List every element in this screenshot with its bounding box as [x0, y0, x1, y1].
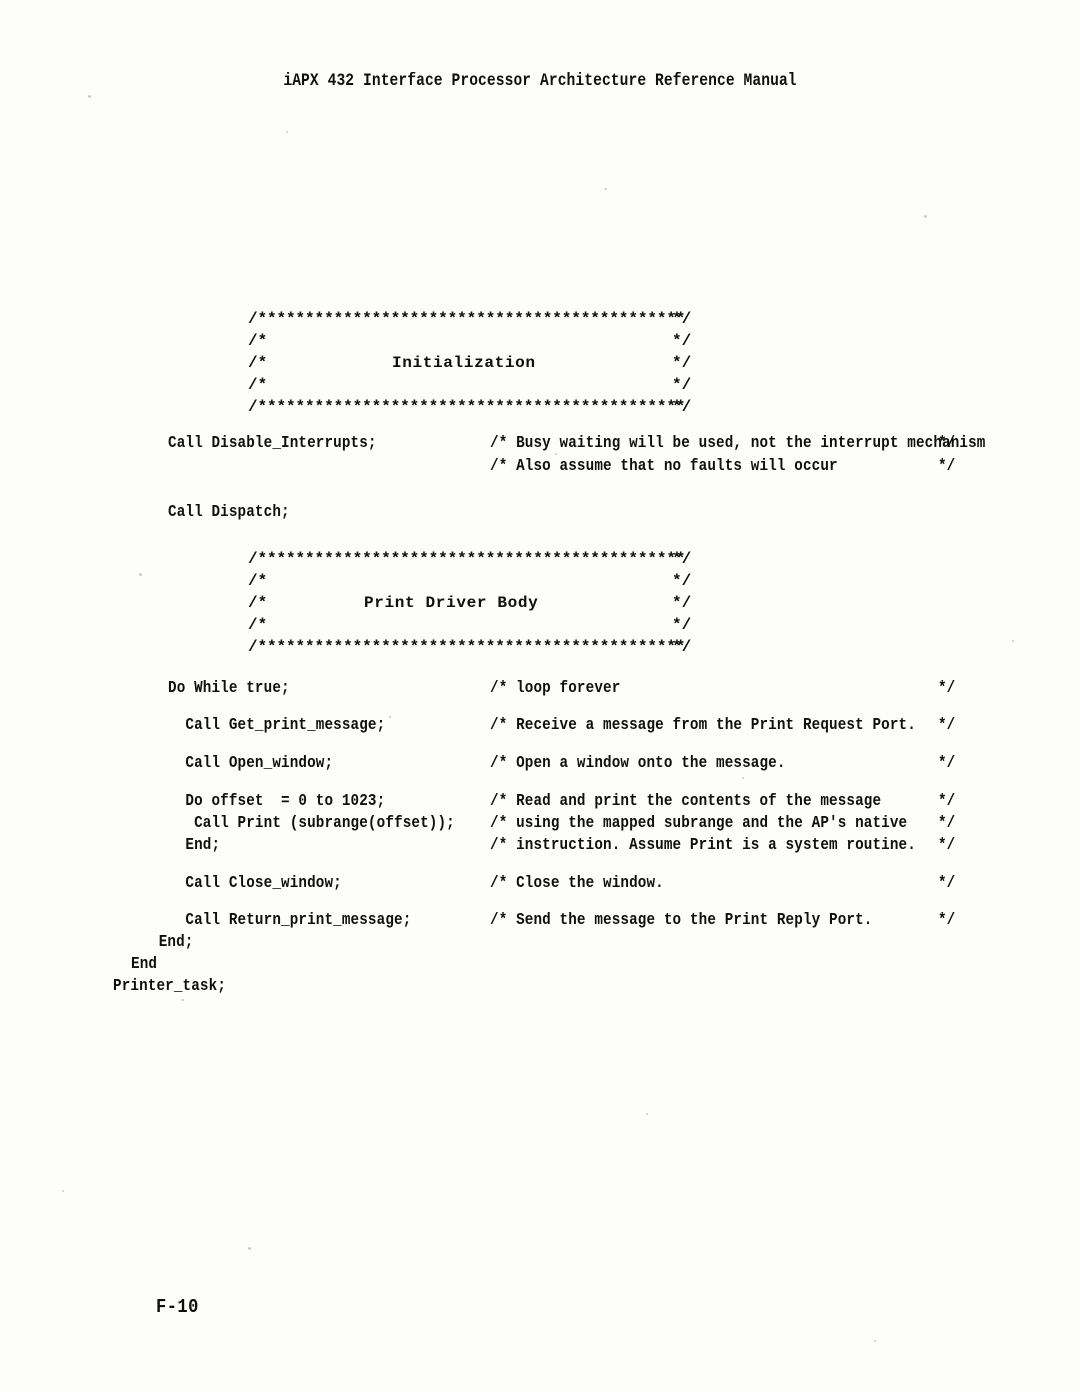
- banner-rule-bottom-end: */: [672, 398, 692, 416]
- banner-blank-end: */: [672, 332, 692, 350]
- scan-speck: [555, 453, 557, 455]
- banner-rule-top: /***************************************…: [248, 550, 686, 568]
- scan-speck: [139, 573, 142, 576]
- comment-terminator: */: [938, 813, 956, 832]
- banner-title-end: */: [672, 354, 692, 372]
- banner-rule-top-end: */: [672, 310, 692, 328]
- statement-comment: /* Close the window.: [490, 873, 664, 892]
- scan-speck: [1012, 640, 1014, 642]
- comment-terminator: */: [938, 678, 956, 697]
- banner-blank-end: */: [672, 572, 692, 590]
- statement-code: End;: [168, 835, 221, 854]
- statement-comment: /* loop forever: [490, 678, 621, 697]
- banner-blank-end: */: [672, 376, 692, 394]
- comment-terminator: */: [938, 715, 956, 734]
- statement-code: Do While true;: [168, 678, 290, 697]
- scan-speck: [286, 131, 288, 133]
- comment-terminator: */: [938, 873, 956, 892]
- scan-speck: [248, 1247, 251, 1250]
- scan-speck: [88, 95, 91, 98]
- statement-code: Printer_task;: [113, 976, 227, 995]
- statement-code: Call Return_print_message;: [168, 910, 412, 929]
- banner-blank-line: /*: [248, 376, 268, 394]
- banner-title-open: /*: [248, 594, 268, 612]
- statement-code: End: [131, 954, 158, 973]
- comment-terminator: */: [938, 433, 956, 452]
- comment-terminator: */: [938, 456, 956, 475]
- statement-comment: /* Send the message to the Print Reply P…: [490, 910, 873, 929]
- banner-rule-bottom-end: */: [672, 638, 692, 656]
- banner-blank-line: /*: [248, 572, 268, 590]
- document-page: iAPX 432 Interface Processor Architectur…: [0, 0, 1080, 1392]
- banner-rule-top-end: */: [672, 550, 692, 568]
- scan-speck: [604, 188, 607, 190]
- banner-blank-end: */: [672, 616, 692, 634]
- banner-blank-line: /*: [248, 332, 268, 350]
- scan-speck: [742, 777, 744, 779]
- statement-comment: /* Receive a message from the Print Requ…: [490, 715, 916, 734]
- statement-comment: /* Open a window onto the message.: [490, 753, 786, 772]
- banner-title-initialization: Initialization: [392, 354, 536, 372]
- scan-speck: [62, 1190, 64, 1192]
- banner-rule-top: /***************************************…: [248, 310, 686, 328]
- statement-code: Call Disable_Interrupts;: [168, 433, 377, 452]
- scan-speck: [646, 1113, 648, 1115]
- statement-comment: /* using the mapped subrange and the AP'…: [490, 813, 908, 832]
- statement-comment: /* instruction. Assume Print is a system…: [490, 835, 916, 854]
- comment-terminator: */: [938, 910, 956, 929]
- banner-rule-bottom: /***************************************…: [248, 398, 686, 416]
- statement-comment: /* Also assume that no faults will occur: [490, 456, 838, 475]
- statement-code: Call Dispatch;: [168, 502, 290, 521]
- statement-code: Call Print (subrange(offset));: [168, 813, 455, 832]
- comment-terminator: */: [938, 791, 956, 810]
- statement-code: Do offset = 0 to 1023;: [168, 791, 386, 810]
- banner-title-print-driver-body: Print Driver Body: [364, 594, 539, 612]
- scan-speck: [924, 215, 927, 218]
- statement-comment: /* Busy waiting will be used, not the in…: [490, 433, 986, 452]
- comment-terminator: */: [938, 753, 956, 772]
- banner-title-end: */: [672, 594, 692, 612]
- statement-code: Call Get_print_message;: [168, 715, 386, 734]
- scan-speck: [181, 999, 184, 1001]
- banner-rule-bottom: /***************************************…: [248, 638, 686, 656]
- scan-speck: [389, 716, 391, 718]
- scan-speck: [874, 1340, 876, 1342]
- comment-terminator: */: [938, 835, 956, 854]
- statement-code: Call Open_window;: [168, 753, 334, 772]
- page-number: F-10: [156, 1296, 199, 1318]
- running-head: iAPX 432 Interface Processor Architectur…: [283, 72, 797, 91]
- statement-code: End;: [150, 932, 194, 951]
- statement-comment: /* Read and print the contents of the me…: [490, 791, 882, 810]
- statement-code: Call Close_window;: [168, 873, 342, 892]
- banner-blank-line: /*: [248, 616, 268, 634]
- banner-title-open: /*: [248, 354, 268, 372]
